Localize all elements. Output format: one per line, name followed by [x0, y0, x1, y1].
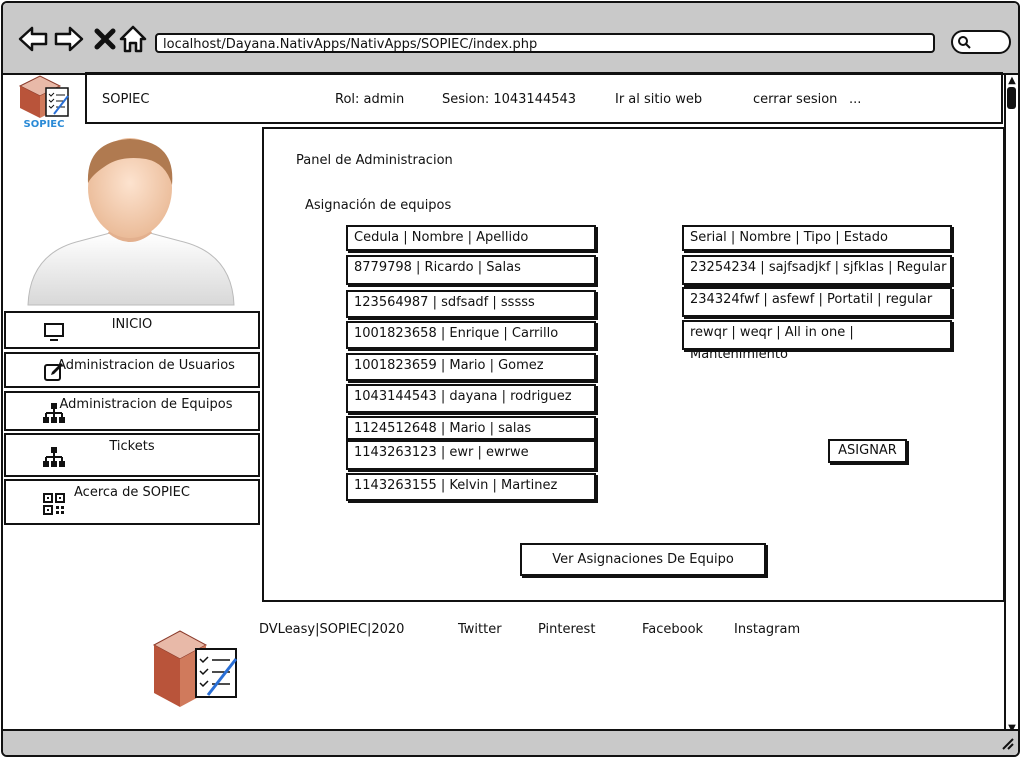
menu-label: Tickets: [109, 439, 155, 454]
logout-link[interactable]: cerrar sesion: [753, 92, 837, 107]
site-link[interactable]: Ir al sitio web: [615, 92, 702, 107]
instagram-link[interactable]: Instagram: [734, 622, 800, 637]
user-row[interactable]: 1001823658 | Enrique | Carrillo: [346, 321, 596, 349]
app-title: SOPIEC: [102, 92, 150, 107]
menu-item-inicio[interactable]: INICIO: [4, 311, 260, 349]
forward-arrow-icon[interactable]: [53, 23, 85, 55]
footer-copyright: DVLeasy|SOPIEC|2020: [259, 622, 405, 637]
app-header: SOPIEC Rol: admin Sesion: 1043144543 Ir …: [85, 72, 1003, 124]
equipment-row[interactable]: 23254234 | sajfsadjkf | sjfklas | Regula…: [682, 255, 952, 285]
browser-toolbar: localhost/Dayana.NativApps/NativApps/SOP…: [3, 3, 1018, 75]
menu-item-equipos[interactable]: Administracion de Equipos: [4, 391, 260, 431]
resize-grip-icon[interactable]: [1000, 736, 1014, 750]
equipment-row[interactable]: 234324fwf | asfewf | Portatil | regular: [682, 287, 952, 317]
home-icon[interactable]: [117, 23, 149, 55]
search-box[interactable]: [951, 30, 1011, 54]
menu-item-usuarios[interactable]: Administracion de Usuarios: [4, 352, 260, 388]
section-title: Asignación de equipos: [305, 198, 452, 213]
scrollbar-thumb[interactable]: [1007, 87, 1016, 109]
search-icon: [958, 36, 971, 49]
equipment-row[interactable]: rewqr | weqr | All in one | Mantenimient…: [682, 320, 952, 362]
facebook-link[interactable]: Facebook: [642, 622, 703, 637]
role-label: Rol: admin: [335, 92, 405, 107]
more-link[interactable]: ...: [849, 92, 861, 107]
equipment-header: Serial | Nombre | Tipo | Estado: [682, 225, 952, 251]
users-header: Cedula | Nombre | Apellido: [346, 225, 596, 251]
user-row[interactable]: 1143263123 | ewr | ewrwe: [346, 440, 596, 470]
panel-title: Panel de Administracion: [296, 153, 453, 168]
user-row[interactable]: 123564987 | sdfsadf | sssss: [346, 290, 596, 318]
browser-statusbar: [3, 729, 1018, 755]
address-bar[interactable]: localhost/Dayana.NativApps/NativApps/SOP…: [155, 33, 935, 53]
user-row[interactable]: 1001823659 | Mario | Gomez: [346, 353, 596, 381]
sopiec-logo: SOPIEC: [18, 75, 69, 130]
menu-item-tickets[interactable]: Tickets: [4, 433, 260, 477]
menu-label: Administracion de Usuarios: [57, 358, 235, 373]
user-row[interactable]: 1124512648 | Mario | salas: [346, 416, 596, 440]
footer-logo: [152, 630, 238, 707]
user-row[interactable]: 1043144543 | dayana | rodriguez: [346, 384, 596, 413]
view-assignments-button[interactable]: Ver Asignaciones De Equipo: [520, 543, 766, 576]
menu-label: Acerca de SOPIEC: [74, 485, 190, 500]
menu-label: INICIO: [111, 317, 153, 332]
twitter-link[interactable]: Twitter: [458, 622, 502, 637]
logo-text: SOPIEC: [24, 119, 65, 130]
menu-label: Administracion de Equipos: [59, 397, 233, 412]
avatar: [27, 138, 235, 306]
user-row[interactable]: 1143263155 | Kelvin | Martinez: [346, 473, 596, 501]
session-label: Sesion: 1043144543: [442, 92, 577, 107]
assign-button[interactable]: ASIGNAR: [828, 439, 907, 463]
user-row[interactable]: 8779798 | Ricardo | Salas: [346, 255, 596, 285]
vertical-scrollbar[interactable]: ▲ ▼: [1004, 75, 1018, 735]
scroll-up-icon[interactable]: ▲: [1006, 76, 1018, 86]
back-arrow-icon[interactable]: [17, 23, 49, 55]
menu-item-acerca[interactable]: Acerca de SOPIEC: [4, 479, 260, 525]
pinterest-link[interactable]: Pinterest: [538, 622, 595, 637]
